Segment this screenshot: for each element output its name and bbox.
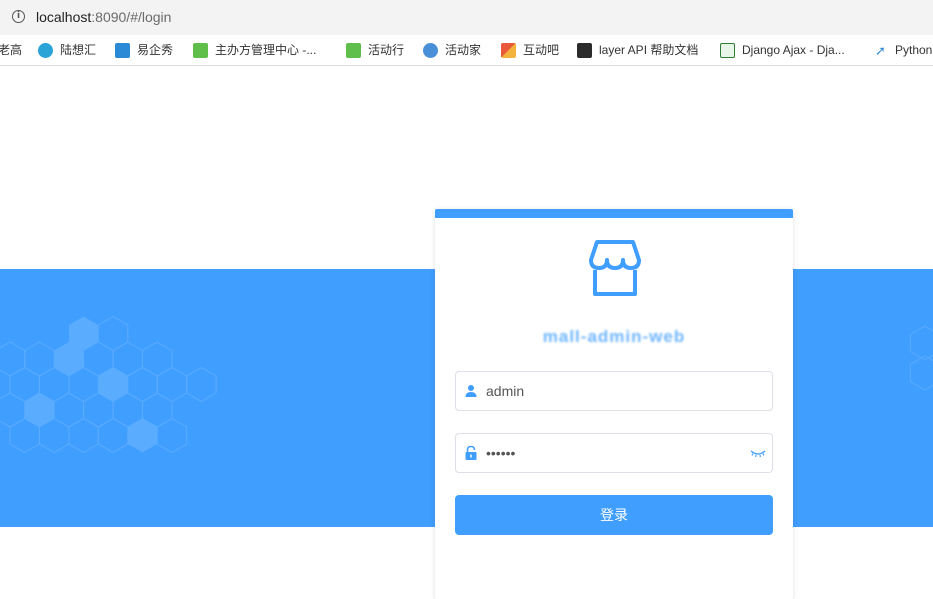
hexagon-decoration: [98, 317, 128, 351]
bookmark-item[interactable]: ➚ Python: [873, 42, 932, 58]
user-icon: [463, 383, 479, 399]
password-input[interactable]: [486, 434, 736, 472]
hexagon-decoration: [143, 342, 172, 376]
hexagon-decoration: [128, 368, 157, 402]
bookmarks-bar: 老高 陆想汇 易企秀 主办方管理中心 -... 活动行 活动家 互动吧 laye…: [0, 35, 933, 66]
hexagon-decoration: [54, 393, 83, 427]
hexagon-decoration: [98, 419, 128, 453]
info-icon[interactable]: i: [12, 10, 25, 23]
bookmark-favicon-icon: [115, 43, 130, 58]
bookmark-item[interactable]: 活动家: [423, 42, 481, 58]
bookmark-label: 主办方管理中心 -...: [215, 42, 316, 58]
bookmark-item[interactable]: 主办方管理中心 -...: [193, 42, 316, 58]
bookmark-label: 陆想汇: [60, 42, 96, 58]
hexagon-decoration: [69, 419, 98, 453]
lock-icon: [463, 445, 479, 461]
bookmark-favicon-icon: [577, 43, 592, 58]
bookmark-favicon-icon: [423, 43, 438, 58]
bookmark-label: layer API 帮助文档: [599, 42, 698, 58]
password-field[interactable]: [455, 433, 773, 473]
bookmark-label: 活动行: [368, 42, 404, 58]
hexagon-decoration: [157, 419, 187, 453]
bookmark-favicon-icon: [346, 43, 361, 58]
store-icon: [585, 238, 645, 308]
url-path: :8090/#/login: [91, 9, 171, 25]
login-card: mall-admin-web 登录: [435, 209, 793, 599]
bookmark-item[interactable]: layer API 帮助文档: [577, 42, 698, 58]
bookmark-item[interactable]: 陆想汇: [38, 42, 96, 58]
hexagon-decoration: [98, 368, 128, 402]
hexagon-decoration: [0, 342, 25, 376]
bookmark-item[interactable]: 活动行: [346, 42, 404, 58]
hexagon-decoration: [157, 368, 187, 402]
bookmark-label: 活动家: [445, 42, 481, 58]
bookmark-favicon-icon: [38, 43, 53, 58]
hexagon-decoration: [25, 393, 55, 427]
eye-closed-icon[interactable]: [750, 446, 766, 460]
bookmark-favicon-icon: [193, 43, 208, 58]
bookmark-item[interactable]: 互动吧: [501, 42, 559, 58]
hexagon-decoration: [910, 326, 933, 360]
bookmark-label: Django Ajax - Dja...: [742, 42, 845, 58]
bookmark-label: Python: [895, 42, 932, 58]
username-input[interactable]: [486, 372, 736, 410]
rocket-icon: ➚: [873, 43, 888, 58]
bookmark-item[interactable]: 易企秀: [115, 42, 173, 58]
url-host: localhost: [36, 9, 91, 25]
login-title: mall-admin-web: [435, 327, 793, 347]
address-bar[interactable]: i localhost:8090/#/login: [0, 0, 933, 35]
bookmark-label: 互动吧: [523, 42, 559, 58]
address-url[interactable]: localhost:8090/#/login: [36, 9, 171, 25]
bookmark-label: 易企秀: [137, 42, 173, 58]
login-button[interactable]: 登录: [455, 495, 773, 535]
bookmark-label: 老高: [0, 42, 22, 58]
username-field[interactable]: [455, 371, 773, 411]
hexagon-decoration: [25, 342, 55, 376]
hexagon-decoration: [0, 393, 25, 427]
bookmark-favicon-icon: [501, 43, 516, 58]
hexagon-decoration: [187, 368, 216, 402]
bookmark-item[interactable]: 老高: [0, 42, 22, 58]
hexagon-decoration: [128, 419, 157, 453]
bookmark-item[interactable]: Django Ajax - Dja...: [720, 42, 845, 58]
bookmark-favicon-icon: [720, 43, 735, 58]
hexagon-decoration: [910, 356, 933, 390]
